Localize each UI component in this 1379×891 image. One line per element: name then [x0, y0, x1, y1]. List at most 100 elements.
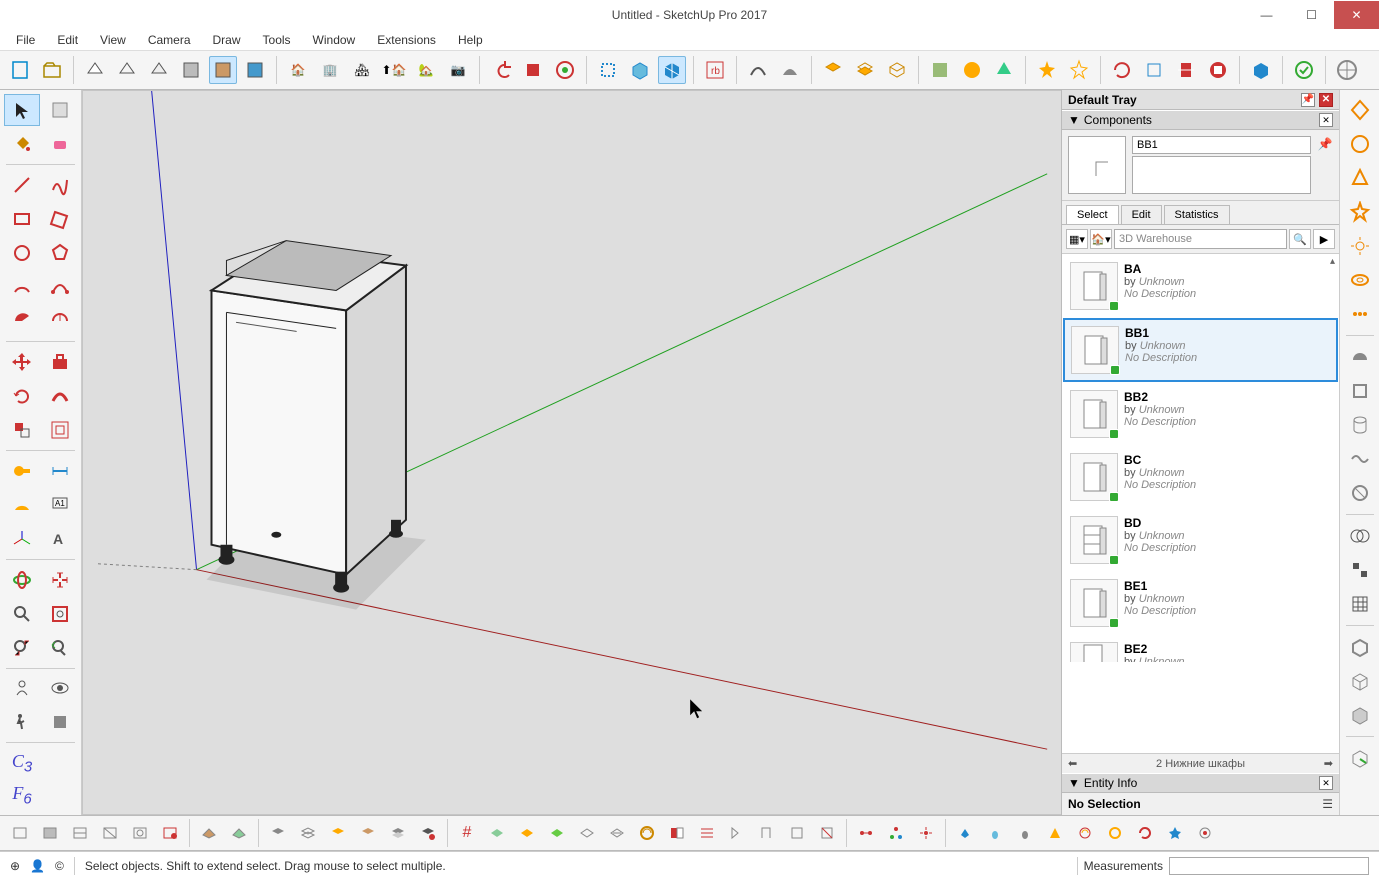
pushpull-icon[interactable]: [42, 346, 78, 378]
pie-icon[interactable]: [4, 305, 40, 337]
dynamic-comp-icon[interactable]: [658, 56, 686, 84]
rtool6-icon[interactable]: [603, 819, 631, 847]
sketchup-logo-icon[interactable]: [1204, 56, 1232, 84]
menu-file[interactable]: File: [6, 30, 45, 50]
trimble-icon[interactable]: [1333, 56, 1361, 84]
layerb5-icon[interactable]: [384, 819, 412, 847]
plugin-f6-icon[interactable]: F6: [4, 779, 40, 811]
paint9-icon[interactable]: [1191, 819, 1219, 847]
status-geo-icon[interactable]: ⊕: [10, 859, 20, 873]
paint-bucket-icon[interactable]: [4, 128, 40, 160]
move-icon[interactable]: [4, 346, 40, 378]
text-icon[interactable]: A1: [42, 489, 78, 521]
zoom-icon[interactable]: [4, 598, 40, 630]
zoom-extents-icon[interactable]: [4, 632, 40, 664]
arc-3pt-icon[interactable]: [42, 271, 78, 303]
component-list[interactable]: ▴ BAby UnknownNo Description BB1by Unkno…: [1062, 254, 1339, 753]
panel-close-icon[interactable]: ✕: [1319, 113, 1333, 127]
grid-icon[interactable]: [1344, 588, 1376, 620]
viewport-3d[interactable]: [82, 90, 1061, 815]
entity-close-icon[interactable]: ✕: [1319, 776, 1333, 790]
nav-fwd-icon[interactable]: ➡: [1324, 757, 1333, 770]
rotate1-icon[interactable]: [1108, 56, 1136, 84]
layerb4-icon[interactable]: [354, 819, 382, 847]
arc-center-icon[interactable]: [42, 305, 78, 337]
comp-pin-icon[interactable]: 📌: [1317, 136, 1333, 152]
paint1-icon[interactable]: [951, 819, 979, 847]
texture3-icon[interactable]: [990, 56, 1018, 84]
paint4-icon[interactable]: [1041, 819, 1069, 847]
dimension-icon[interactable]: [42, 455, 78, 487]
offset-icon[interactable]: [42, 414, 78, 446]
scene5-icon[interactable]: [126, 819, 154, 847]
scale-icon[interactable]: [4, 414, 40, 446]
menu-draw[interactable]: Draw: [203, 30, 251, 50]
followme-icon[interactable]: [42, 380, 78, 412]
rtool8-icon[interactable]: [663, 819, 691, 847]
shape-cone-icon[interactable]: [1344, 162, 1376, 194]
node3-icon[interactable]: [912, 819, 940, 847]
status-user-icon[interactable]: 👤: [30, 859, 45, 873]
camera-icon[interactable]: 📷: [444, 56, 472, 84]
freehand-icon[interactable]: [42, 169, 78, 201]
paint-icon[interactable]: [551, 56, 579, 84]
export-icon[interactable]: [1344, 742, 1376, 774]
pan-icon[interactable]: [42, 564, 78, 596]
validate-icon[interactable]: [1290, 56, 1318, 84]
effect1-icon[interactable]: [1033, 56, 1061, 84]
tape-icon[interactable]: [4, 455, 40, 487]
comp-name-input[interactable]: [1132, 136, 1311, 154]
shape-diamond-icon[interactable]: [1344, 94, 1376, 126]
style-hidden-icon[interactable]: [145, 56, 173, 84]
scroll-up-icon[interactable]: ▴: [1330, 256, 1335, 267]
scene1-icon[interactable]: [6, 819, 34, 847]
style-shaded-icon[interactable]: [177, 56, 205, 84]
rtool2-icon[interactable]: [483, 819, 511, 847]
style-textured-icon[interactable]: [209, 56, 237, 84]
solid-wave-icon[interactable]: [1344, 443, 1376, 475]
circle-icon[interactable]: [4, 237, 40, 269]
rotate-icon[interactable]: [4, 380, 40, 412]
group-icon[interactable]: [626, 56, 654, 84]
position-camera-icon[interactable]: [4, 672, 40, 704]
node1-icon[interactable]: [852, 819, 880, 847]
rtool10-icon[interactable]: [723, 819, 751, 847]
tray-pin-icon[interactable]: 📌: [1301, 93, 1315, 107]
cube1-icon[interactable]: [1344, 631, 1376, 663]
plugin-c3-icon[interactable]: C3: [4, 747, 40, 779]
home-up-icon[interactable]: ⬆🏠: [380, 56, 408, 84]
tab-statistics[interactable]: Statistics: [1164, 205, 1230, 224]
layerb2-icon[interactable]: [294, 819, 322, 847]
select-tool-icon[interactable]: [4, 94, 40, 126]
layerb6-icon[interactable]: [414, 819, 442, 847]
menu-view[interactable]: View: [90, 30, 136, 50]
menu-help[interactable]: Help: [448, 30, 493, 50]
open-file-icon[interactable]: [38, 56, 66, 84]
component-icon[interactable]: [594, 56, 622, 84]
node2-icon[interactable]: [882, 819, 910, 847]
walk-icon[interactable]: [4, 706, 40, 738]
paint3-icon[interactable]: [1011, 819, 1039, 847]
rtool13-icon[interactable]: [813, 819, 841, 847]
texture2-icon[interactable]: [958, 56, 986, 84]
dome-icon[interactable]: [776, 56, 804, 84]
comp-desc-input[interactable]: [1132, 156, 1311, 194]
home-icon[interactable]: 🏘: [348, 56, 376, 84]
components-panel-head[interactable]: ▼ Components ✕: [1062, 110, 1339, 130]
cube2-icon[interactable]: [1344, 665, 1376, 697]
home-out-icon[interactable]: 🏡: [412, 56, 440, 84]
entity-toggle-icon[interactable]: ☰: [1322, 797, 1333, 811]
orbit-icon[interactable]: [4, 564, 40, 596]
sandbox2-icon[interactable]: [851, 56, 879, 84]
close-button[interactable]: ✕: [1334, 1, 1379, 29]
arc-icon[interactable]: [744, 56, 772, 84]
layerb3-icon[interactable]: [324, 819, 352, 847]
style-icon[interactable]: [81, 56, 109, 84]
status-credit-icon[interactable]: ©: [55, 859, 64, 873]
menu-camera[interactable]: Camera: [138, 30, 201, 50]
rtool12-icon[interactable]: [783, 819, 811, 847]
zoom-window-icon[interactable]: [42, 598, 78, 630]
undo-icon[interactable]: [487, 56, 515, 84]
paint5-icon[interactable]: [1071, 819, 1099, 847]
shape-torus-icon[interactable]: [1344, 264, 1376, 296]
